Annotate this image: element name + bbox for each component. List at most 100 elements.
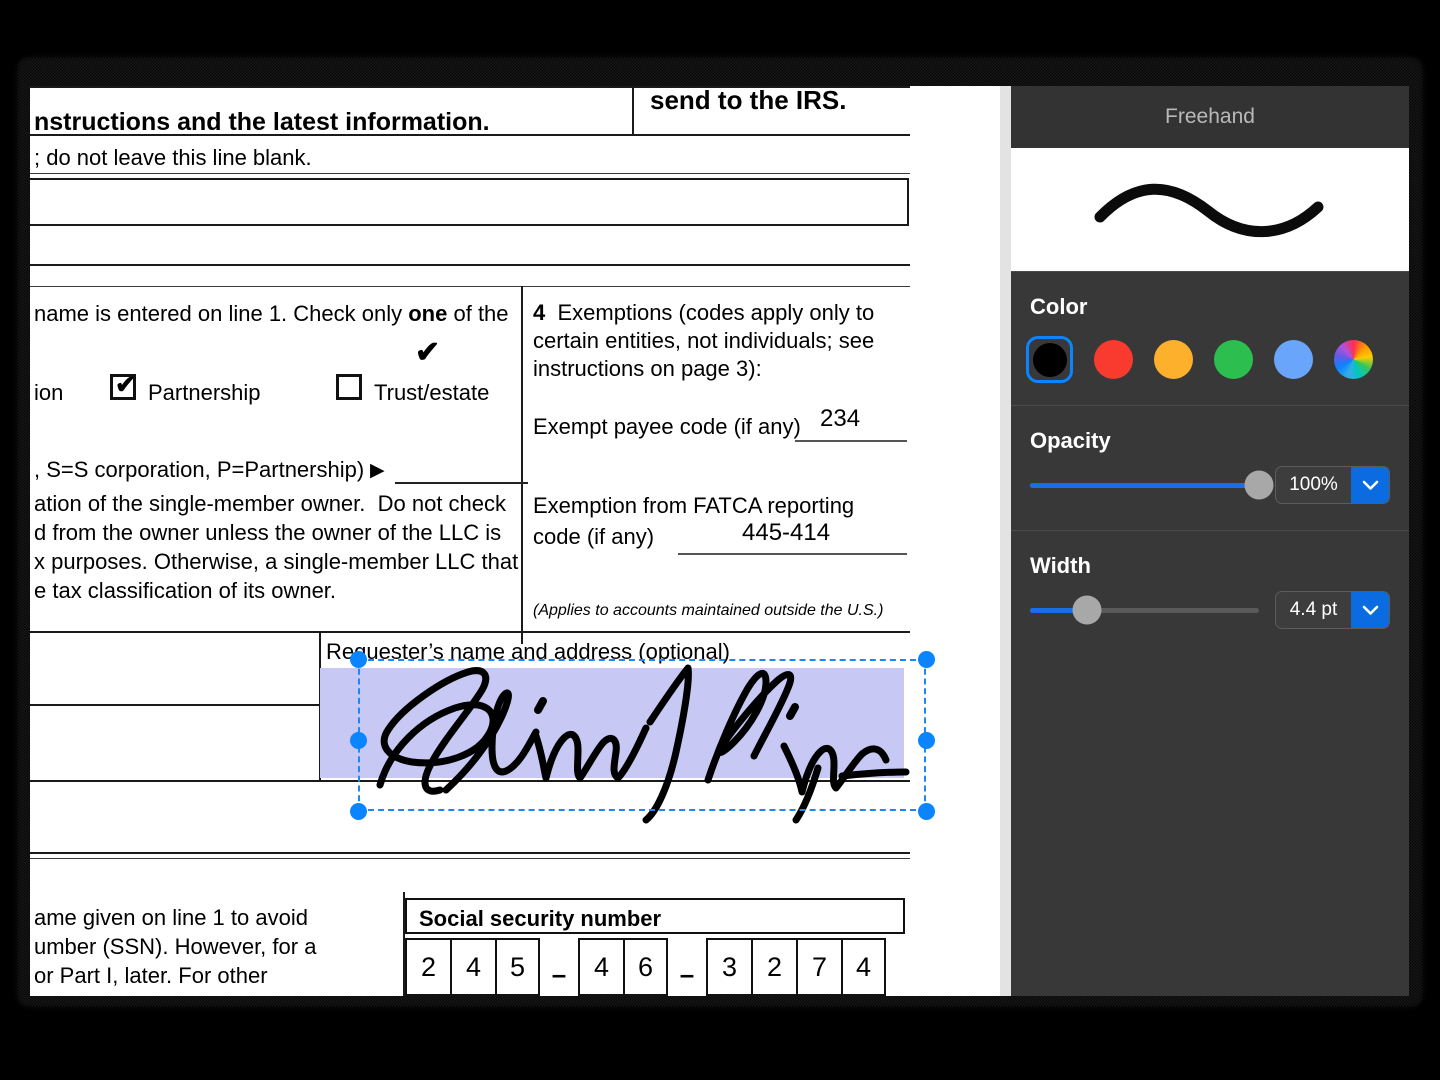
line3-intro: name is entered on line 1. Check only xyxy=(34,301,403,326)
page-panel-gutter xyxy=(1000,86,1011,996)
color-wheel-icon[interactable] xyxy=(1334,340,1373,379)
line1-name-field[interactable] xyxy=(30,178,909,226)
handle-middle-right[interactable] xyxy=(918,732,935,749)
handle-bottom-right[interactable] xyxy=(918,803,935,820)
ssn-digit-grid[interactable]: 2 4 5 – 4 6 – 3 2 7 4 xyxy=(405,938,886,996)
width-slider-knob[interactable] xyxy=(1072,595,1102,625)
rule-vert-header xyxy=(632,86,634,136)
ssn-note-1: ame given on line 1 to avoid xyxy=(34,905,308,930)
opacity-stepper[interactable]: 100% xyxy=(1275,466,1390,504)
rule-3 xyxy=(30,631,910,633)
checkbox-partnership-label: Partnership xyxy=(148,380,261,405)
llc-note-line-2: d from the owner unless the owner of the… xyxy=(34,520,502,545)
swatch-orange[interactable] xyxy=(1154,340,1193,379)
checkbox-partnership[interactable]: ✔ xyxy=(110,371,136,400)
ssn-digit-5[interactable]: 6 xyxy=(623,938,668,996)
chevron-down-icon-width[interactable] xyxy=(1351,592,1389,628)
handle-top-left[interactable] xyxy=(350,651,367,668)
fatca-label-line-1: Exemption from FATCA reporting xyxy=(533,493,855,518)
exemptions-number: 4 xyxy=(533,300,546,325)
handle-middle-left[interactable] xyxy=(350,732,367,749)
freehand-checkmark-annotation[interactable]: ✔ xyxy=(415,338,440,368)
ssn-digit-6[interactable]: 3 xyxy=(706,938,751,996)
stroke-preview xyxy=(1011,148,1409,271)
checkbox-trust-estate-label: Trust/estate xyxy=(374,380,490,405)
pdf-document-page[interactable]: nstructions and the latest information. … xyxy=(30,86,1000,996)
rule-thin-3 xyxy=(30,858,910,859)
color-swatch-row xyxy=(1026,326,1390,405)
fatca-label-line-2: code (if any) xyxy=(533,524,655,549)
chevron-down-glyph-width xyxy=(1362,605,1378,615)
llc-note-line-1: ation of the single-member owner. Do not… xyxy=(34,491,507,516)
ssn-dash-2: – xyxy=(679,959,695,989)
line3-tail: of the xyxy=(453,301,509,326)
llc-codes-line: , S=S corporation, P=Partnership) xyxy=(34,457,365,482)
ssn-digit-7[interactable]: 2 xyxy=(751,938,796,996)
width-stepper[interactable]: 4.4 pt xyxy=(1275,591,1390,629)
ssn-digit-9[interactable]: 4 xyxy=(841,938,886,996)
header-right-text: send to the IRS. xyxy=(650,86,847,115)
ssn-digit-4[interactable]: 4 xyxy=(578,938,623,996)
ssn-title: Social security number xyxy=(419,906,662,931)
fatca-value[interactable]: 445-414 xyxy=(742,518,830,549)
rule-5 xyxy=(30,852,910,854)
fatca-underline xyxy=(678,553,907,555)
ssn-digit-8[interactable]: 7 xyxy=(796,938,841,996)
checkmark-icon: ✔ xyxy=(115,371,136,399)
rule-2 xyxy=(30,264,910,266)
swatch-blue[interactable] xyxy=(1274,340,1313,379)
app-root: nstructions and the latest information. … xyxy=(0,0,1440,1080)
width-label: Width xyxy=(1030,553,1091,578)
checkbox-partial-label: ion xyxy=(34,380,64,405)
rule-thin-1 xyxy=(30,173,910,174)
chevron-down-icon[interactable] xyxy=(1351,467,1389,503)
fatca-note: (Applies to accounts maintained outside … xyxy=(533,602,884,619)
rule-address-mid xyxy=(30,704,319,706)
ssn-digit-3[interactable]: 5 xyxy=(495,938,540,996)
llc-note-line-4: e tax classification of its owner. xyxy=(34,578,337,603)
opacity-section: Opacity 100% xyxy=(1011,405,1409,530)
width-section: Width 4.4 pt xyxy=(1011,530,1409,655)
width-slider-track[interactable] xyxy=(1030,595,1259,625)
opacity-value: 100% xyxy=(1289,474,1338,495)
swatch-black[interactable] xyxy=(1032,342,1067,377)
opacity-slider-fill xyxy=(1030,482,1259,488)
selection-bounding-box[interactable] xyxy=(358,659,926,811)
rule-vert-middle xyxy=(521,286,523,644)
ssn-note-3: or Part I, later. For other xyxy=(34,963,268,988)
rule-under-header xyxy=(30,134,910,136)
opacity-slider-row: 100% xyxy=(1030,460,1390,530)
chevron-down-glyph xyxy=(1362,480,1378,490)
color-label: Color xyxy=(1030,294,1088,319)
rule-thin-2 xyxy=(30,286,910,287)
line3-text: name is entered on line 1. Check only on… xyxy=(34,300,509,328)
checkbox-trust-estate[interactable] xyxy=(336,374,362,400)
opacity-slider-knob[interactable] xyxy=(1244,470,1274,500)
panel-title: Freehand xyxy=(1011,86,1409,148)
llc-code-blank[interactable] xyxy=(395,482,528,484)
right-triangle-icon: ▶ xyxy=(370,460,385,481)
llc-note-line-3: x purposes. Otherwise, a single-member L… xyxy=(34,549,519,574)
handle-bottom-left[interactable] xyxy=(350,803,367,820)
freehand-tool-panel: Freehand Color Opacity 100% Width 4.4 pt xyxy=(1011,86,1409,996)
swatch-black-selected[interactable] xyxy=(1026,336,1073,383)
exemptions-heading-text: Exemptions (codes apply only to certain … xyxy=(533,300,875,382)
exempt-payee-label: Exempt payee code (if any) xyxy=(533,414,801,439)
line-blank-note: ; do not leave this line blank. xyxy=(34,145,312,170)
exempt-payee-underline xyxy=(795,440,907,442)
exempt-payee-value[interactable]: 234 xyxy=(820,404,860,435)
ssn-note-2: umber (SSN). However, for a xyxy=(34,934,317,959)
swatch-red[interactable] xyxy=(1094,340,1133,379)
line3-bold: one xyxy=(408,301,448,326)
width-value: 4.4 pt xyxy=(1289,599,1338,620)
ssn-digit-2[interactable]: 4 xyxy=(450,938,495,996)
handle-top-right[interactable] xyxy=(918,651,935,668)
opacity-label: Opacity xyxy=(1030,428,1111,453)
opacity-slider-track[interactable] xyxy=(1030,470,1274,500)
stroke-preview-icon xyxy=(1094,183,1324,237)
exemptions-heading: 4 Exemptions (codes apply only to certai… xyxy=(533,299,893,383)
ssn-digit-1[interactable]: 2 xyxy=(405,938,450,996)
ssn-dash-1: – xyxy=(551,959,567,989)
color-section: Color xyxy=(1011,271,1409,405)
swatch-green[interactable] xyxy=(1214,340,1253,379)
